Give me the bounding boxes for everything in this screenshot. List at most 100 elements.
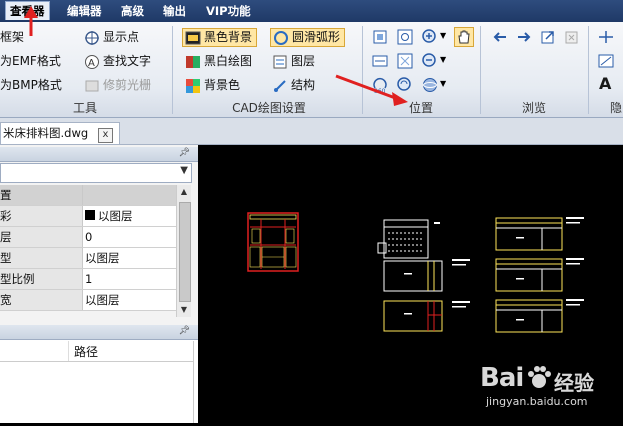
group-divider xyxy=(172,26,173,114)
view-3d-icon[interactable] xyxy=(421,76,439,94)
emf-button[interactable]: 为EMF格式 xyxy=(0,52,61,70)
property-value[interactable]: 1 xyxy=(83,269,178,289)
zoom-out-icon[interactable] xyxy=(421,52,439,70)
black-bg-label: 黑色背景 xyxy=(204,30,253,44)
hidden-group-label: 隐 xyxy=(609,101,622,115)
chevron-down-icon[interactable]: ▼ xyxy=(440,31,446,40)
property-key: 彩 xyxy=(0,206,83,226)
close-icon[interactable]: x xyxy=(98,128,113,143)
property-value[interactable]: 以图层 xyxy=(83,248,178,268)
find-text-icon: A xyxy=(85,54,99,69)
smooth-arc-button[interactable]: 圆滑弧形 xyxy=(270,28,346,47)
fit-page-icon[interactable] xyxy=(396,52,414,70)
scrollbar-thumb[interactable] xyxy=(179,202,191,302)
zoom-realtime-icon[interactable] xyxy=(396,76,414,94)
text-tool-icon[interactable]: A xyxy=(599,74,611,93)
property-key: 型 xyxy=(0,248,83,268)
zoom-window-icon[interactable] xyxy=(396,28,414,46)
black-bg-button[interactable]: 黑色背景 xyxy=(182,28,258,47)
smooth-arc-label: 圆滑弧形 xyxy=(292,30,341,44)
properties-scrollbar[interactable]: ▲ ▼ xyxy=(176,185,191,317)
palette-icon xyxy=(186,78,200,93)
property-row[interactable]: 型比例 1 xyxy=(0,269,178,290)
structure-button[interactable]: 结构 xyxy=(272,76,315,94)
menu-viewer[interactable]: 查看器 xyxy=(5,1,50,20)
bg-color-label: 背景色 xyxy=(204,78,241,92)
property-row[interactable]: 宽 以图层 xyxy=(0,290,178,311)
measure-icon[interactable] xyxy=(597,28,615,46)
frame-button[interactable]: 框架 xyxy=(0,28,24,46)
chevron-down-icon[interactable]: ▼ xyxy=(440,79,446,88)
layers-label: 图层 xyxy=(291,54,316,68)
menu-vip[interactable]: VIP功能 xyxy=(202,2,255,20)
watermark-brand-suffix: 经验 xyxy=(554,371,594,395)
bg-color-button[interactable]: 背景色 xyxy=(185,76,240,94)
bw-drawing-button[interactable]: 黑白绘图 xyxy=(185,52,252,70)
hatch-icon[interactable] xyxy=(597,52,615,70)
trim-raster-label: 修剪光栅 xyxy=(103,78,152,92)
property-row[interactable]: 彩 以图层 xyxy=(0,206,178,227)
show-points-button[interactable]: 显示点 xyxy=(84,28,139,46)
find-text-label: 查找文字 xyxy=(103,54,152,68)
frame-label: 框架 xyxy=(0,30,25,44)
raster-icon xyxy=(85,80,99,91)
bw-icon xyxy=(186,55,200,68)
properties-panel: 📌︎ ▼ 置 彩 以图层 层 0 型 以图层 型比例 1 宽 以图层 ▲ ▼ 📌… xyxy=(0,145,198,423)
arrow-left-icon[interactable] xyxy=(491,28,509,46)
property-value[interactable]: 以图层 xyxy=(83,206,178,226)
structure-icon xyxy=(274,79,286,92)
document-tab[interactable]: 米床排料图.dwg x xyxy=(0,122,120,144)
menu-editor[interactable]: 编辑器 xyxy=(63,2,106,20)
pan-hand-icon[interactable] xyxy=(454,27,474,47)
drawing-canvas[interactable]: Bai 经验 jingyan.baidu.com xyxy=(198,145,623,423)
layers-button[interactable]: 图层 xyxy=(272,52,315,70)
trim-raster-button[interactable]: 修剪光栅 xyxy=(84,76,151,94)
property-value xyxy=(83,185,178,205)
part-drawing xyxy=(383,300,470,332)
zoom-extents-icon[interactable] xyxy=(371,28,389,46)
watermark-brand: Bai xyxy=(480,363,524,393)
close-view-icon[interactable] xyxy=(563,28,581,46)
structure-label: 结构 xyxy=(291,78,316,92)
properties-title-bar: 📌︎ xyxy=(0,147,198,162)
property-key: 层 xyxy=(0,227,83,247)
layers-icon xyxy=(273,55,287,68)
arc-icon xyxy=(274,30,288,45)
fit-width-icon[interactable] xyxy=(371,52,389,70)
property-key: 型比例 xyxy=(0,269,83,289)
arrow-right-icon[interactable] xyxy=(515,28,533,46)
bmp-button[interactable]: 为BMP格式 xyxy=(0,76,62,94)
scroll-down-icon[interactable]: ▼ xyxy=(177,303,191,317)
emf-label: 为EMF格式 xyxy=(0,54,61,68)
menu-output[interactable]: 输出 xyxy=(159,2,190,20)
black-bg-icon xyxy=(185,31,201,44)
ribbon: 框架 为EMF格式 为BMP格式 显示点 A 查找文字 修剪光栅 工具 黑色背景 … xyxy=(0,22,623,118)
bmp-label: 为BMP格式 xyxy=(0,78,62,92)
pin-icon[interactable]: 📌︎ xyxy=(179,148,190,158)
property-row[interactable]: 层 0 xyxy=(0,227,178,248)
chevron-down-icon[interactable]: ▼ xyxy=(180,165,188,176)
color-swatch-icon xyxy=(85,210,95,220)
watermark-url: jingyan.baidu.com xyxy=(486,395,588,408)
property-row: 置 xyxy=(0,185,178,206)
file-list-header: 路径 xyxy=(0,341,193,362)
zoom-in-icon[interactable] xyxy=(421,28,439,46)
path-column-header[interactable]: 路径 xyxy=(74,343,98,360)
name-column-header[interactable] xyxy=(0,341,69,361)
menu-bar: 查看器 编辑器 高级 输出 VIP功能 xyxy=(0,0,623,22)
property-value[interactable]: 0 xyxy=(83,227,178,247)
position-group-label: 位置 xyxy=(408,101,433,115)
property-value[interactable]: 以图层 xyxy=(83,290,178,310)
chevron-down-icon[interactable]: ▼ xyxy=(440,55,446,64)
property-row[interactable]: 型 以图层 xyxy=(0,248,178,269)
find-text-button[interactable]: A 查找文字 xyxy=(84,52,151,70)
export-view-icon[interactable] xyxy=(539,28,557,46)
pin-icon[interactable]: 📌︎ xyxy=(179,326,190,336)
object-type-select[interactable]: ▼ xyxy=(0,163,192,183)
rotate-icon[interactable]: 360 xyxy=(371,76,389,94)
browse-group-label: 浏览 xyxy=(521,101,546,115)
property-key: 宽 xyxy=(0,290,83,310)
panel-divider xyxy=(193,341,194,423)
scroll-up-icon[interactable]: ▲ xyxy=(177,185,191,199)
menu-advanced[interactable]: 高级 xyxy=(117,2,148,20)
